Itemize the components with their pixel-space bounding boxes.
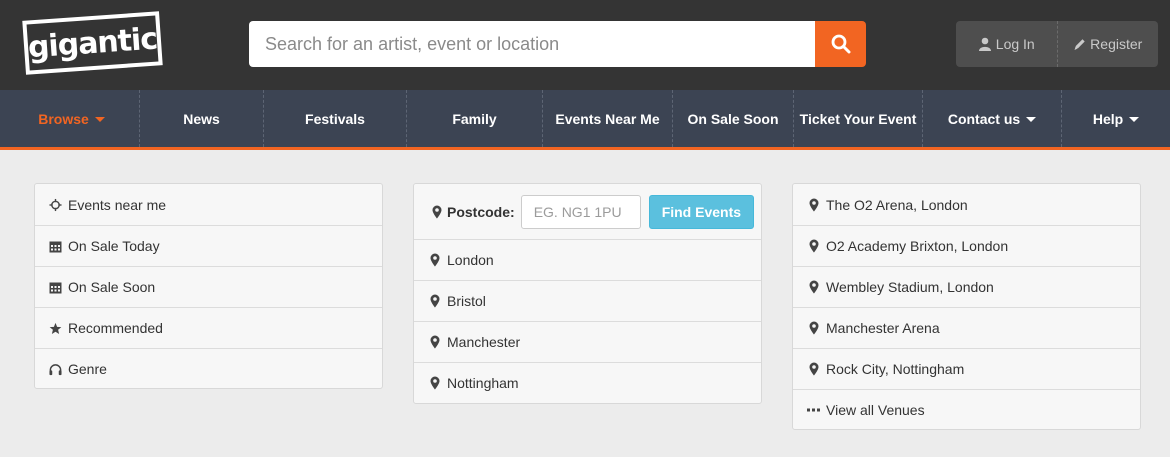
- caret-down-icon: [1026, 117, 1037, 122]
- venues-panel: The O2 Arena, London O2 Academy Brixton,…: [792, 183, 1141, 430]
- venue-item-wembley-stadium[interactable]: Wembley Stadium, London: [793, 266, 1140, 307]
- nav-on-sale-soon[interactable]: On Sale Soon: [672, 90, 793, 147]
- nav-festivals[interactable]: Festivals: [263, 90, 406, 147]
- browse-item-on-sale-soon[interactable]: On Sale Soon: [35, 266, 382, 307]
- city-label: London: [447, 252, 494, 268]
- nav-ticket-your-event[interactable]: Ticket Your Event: [793, 90, 922, 147]
- map-marker-icon: [807, 239, 820, 253]
- locations-panel: Postcode: Find Events London Bristol Man…: [413, 183, 762, 404]
- map-marker-icon: [428, 335, 441, 349]
- view-all-venues-link[interactable]: View all Venues: [793, 389, 1140, 430]
- venue-label: O2 Academy Brixton, London: [826, 238, 1009, 254]
- crosshairs-icon: [49, 198, 62, 212]
- city-item-bristol[interactable]: Bristol: [414, 280, 761, 321]
- venue-label: Wembley Stadium, London: [826, 279, 994, 295]
- nav-events-near-me[interactable]: Events Near Me: [542, 90, 672, 147]
- city-label: Nottingham: [447, 375, 519, 391]
- postcode-label: Postcode:: [447, 203, 515, 220]
- login-label: Log In: [995, 36, 1035, 52]
- nav-label: On Sale Soon: [687, 110, 779, 127]
- nav-label: Ticket Your Event: [799, 110, 917, 127]
- nav-label: Contact us: [947, 110, 1021, 127]
- map-marker-icon: [428, 376, 441, 390]
- search-bar: [249, 21, 866, 67]
- map-marker-icon: [807, 280, 820, 294]
- postcode-input[interactable]: [520, 194, 641, 229]
- ellipsis-icon: [807, 403, 820, 417]
- city-item-manchester[interactable]: Manchester: [414, 321, 761, 362]
- search-input[interactable]: [249, 21, 815, 67]
- city-label: Manchester: [447, 334, 521, 350]
- map-marker-icon: [807, 321, 820, 335]
- caret-down-icon: [94, 117, 105, 122]
- site-header: gigantic Log In Register: [0, 0, 1170, 90]
- headphones-icon: [49, 362, 62, 376]
- city-item-nottingham[interactable]: Nottingham: [414, 362, 761, 403]
- city-label: Bristol: [447, 293, 486, 309]
- browse-panel: Events near me On Sale Today On Sale Soo…: [34, 183, 383, 389]
- search-icon: [831, 34, 850, 54]
- register-button[interactable]: Register: [1056, 21, 1159, 67]
- venue-item-rock-city[interactable]: Rock City, Nottingham: [793, 348, 1140, 389]
- nav-browse[interactable]: Browse: [4, 90, 139, 147]
- browse-item-on-sale-today[interactable]: On Sale Today: [35, 225, 382, 266]
- venue-label: The O2 Arena, London: [826, 196, 968, 213]
- browse-dropdown: Events near me On Sale Today On Sale Soo…: [0, 153, 1170, 457]
- city-item-london[interactable]: London: [414, 239, 761, 280]
- browse-item-label: Genre: [68, 361, 107, 377]
- find-events-button[interactable]: Find Events: [648, 194, 755, 229]
- nav-label: Events Near Me: [555, 110, 660, 127]
- venue-item-manchester-arena[interactable]: Manchester Arena: [793, 307, 1140, 348]
- user-icon: [978, 37, 991, 51]
- nav-contact-us[interactable]: Contact us: [922, 90, 1061, 147]
- browse-item-label: On Sale Today: [68, 238, 160, 254]
- logo-text: gigantic: [26, 21, 159, 65]
- nav-label: Browse: [38, 110, 89, 127]
- login-button[interactable]: Log In: [956, 21, 1057, 67]
- site-logo[interactable]: gigantic: [22, 11, 163, 75]
- account-actions: Log In Register: [956, 21, 1158, 67]
- register-label: Register: [1090, 36, 1143, 52]
- map-marker-icon: [807, 362, 820, 376]
- venue-label: Manchester Arena: [826, 320, 940, 336]
- browse-item-label: On Sale Soon: [68, 279, 156, 295]
- calendar-icon: [49, 280, 62, 294]
- map-marker-icon: [807, 198, 820, 212]
- browse-item-label: Recommended: [68, 320, 163, 336]
- nav-label: Family: [452, 110, 497, 127]
- map-marker-icon: [428, 294, 441, 308]
- view-all-label: View all Venues: [826, 402, 925, 418]
- map-marker-icon: [428, 253, 441, 267]
- nav-label: Help: [1092, 110, 1124, 127]
- venue-label: Rock City, Nottingham: [826, 361, 965, 377]
- calendar-icon: [49, 239, 62, 253]
- browse-item-events-near-me[interactable]: Events near me: [35, 184, 382, 225]
- venue-item-o2-arena[interactable]: The O2 Arena, London: [793, 184, 1140, 225]
- star-icon: [49, 321, 62, 335]
- venue-item-o2-academy-brixton[interactable]: O2 Academy Brixton, London: [793, 225, 1140, 266]
- pencil-icon: [1074, 38, 1085, 50]
- map-marker-icon: [430, 205, 443, 219]
- nav-label: Festivals: [305, 110, 365, 127]
- browse-item-genre[interactable]: Genre: [35, 348, 382, 389]
- search-button[interactable]: [815, 21, 866, 67]
- caret-down-icon: [1129, 117, 1140, 122]
- nav-family[interactable]: Family: [406, 90, 542, 147]
- main-nav: Browse News Festivals Family Events Near…: [0, 90, 1170, 150]
- postcode-search: Postcode: Find Events: [414, 184, 761, 239]
- nav-label: News: [183, 110, 220, 127]
- nav-help[interactable]: Help: [1061, 90, 1170, 147]
- browse-item-recommended[interactable]: Recommended: [35, 307, 382, 348]
- browse-item-label: Events near me: [68, 196, 167, 213]
- nav-news[interactable]: News: [139, 90, 263, 147]
